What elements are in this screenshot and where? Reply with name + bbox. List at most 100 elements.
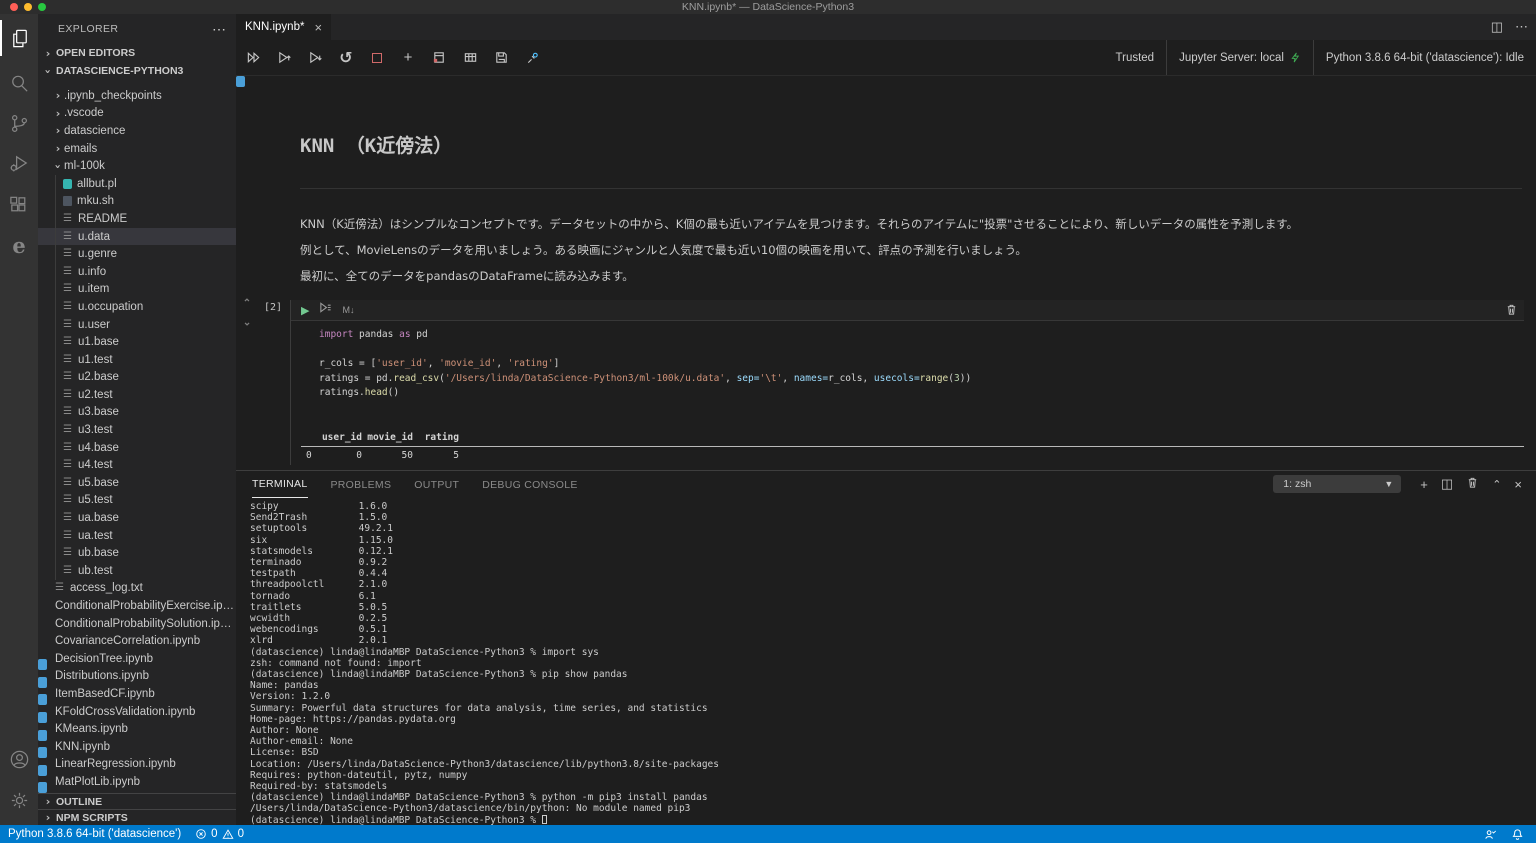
- workspace-root-section[interactable]: › DATASCIENCE-PYTHON3: [38, 62, 236, 80]
- tab-knn-ipynb[interactable]: KNN.ipynb* ×: [236, 14, 331, 40]
- file-item-ConditionalProbabilitySolution.ipynb[interactable]: ConditionalProbabilitySolution.ipynb: [38, 615, 236, 633]
- save-icon[interactable]: [492, 49, 510, 67]
- settings-button[interactable]: [0, 782, 38, 818]
- file-item-u.occupation[interactable]: ☰u.occupation: [38, 298, 236, 316]
- panel-tab-output[interactable]: OUTPUT: [414, 471, 459, 498]
- file-item-DecisionTree.ipynb[interactable]: DecisionTree.ipynb: [38, 650, 236, 668]
- search-activity-button[interactable]: [0, 65, 38, 101]
- indent-guide: [55, 439, 56, 457]
- file-item-u4.test[interactable]: ☰u4.test: [38, 456, 236, 474]
- run-all-cells-icon[interactable]: [244, 49, 262, 67]
- explorer-activity-button[interactable]: [0, 20, 38, 56]
- run-cells-below-icon[interactable]: [306, 49, 324, 67]
- terminal-output[interactable]: scipy 1.6.0 Send2Trash 1.5.0 setuptools …: [250, 501, 1532, 825]
- npm-scripts-section[interactable]: › NPM SCRIPTS: [38, 809, 236, 825]
- file-item-u3.test[interactable]: ☰u3.test: [38, 421, 236, 439]
- file-item-u.item[interactable]: ☰u.item: [38, 281, 236, 299]
- open-editors-section[interactable]: › OPEN EDITORS: [38, 44, 236, 62]
- file-item-ua.base[interactable]: ☰ua.base: [38, 509, 236, 527]
- accounts-button[interactable]: [0, 741, 38, 777]
- file-item-mku.sh[interactable]: mku.sh: [38, 193, 236, 211]
- python-interpreter-status[interactable]: Python 3.8.6 64-bit ('datascience'): [8, 828, 181, 840]
- run-cell-and-below-icon[interactable]: [319, 301, 332, 319]
- file-item-u.user[interactable]: ☰u.user: [38, 316, 236, 334]
- file-item-ua.test[interactable]: ☰ua.test: [38, 527, 236, 545]
- split-editor-icon[interactable]: ◫: [1491, 19, 1503, 35]
- file-item-u5.base[interactable]: ☰u5.base: [38, 474, 236, 492]
- file-item-KFoldCrossValidation.ipynb[interactable]: KFoldCrossValidation.ipynb: [38, 703, 236, 721]
- file-item-LinearRegression.ipynb[interactable]: LinearRegression.ipynb: [38, 756, 236, 774]
- interrupt-kernel-icon[interactable]: [368, 49, 386, 67]
- connect-server-icon[interactable]: [523, 49, 541, 67]
- panel-tab-terminal[interactable]: TERMINAL: [252, 471, 308, 498]
- trusted-indicator[interactable]: Trusted: [1104, 40, 1167, 75]
- close-window-button[interactable]: [10, 3, 18, 11]
- jupyter-server-indicator[interactable]: Jupyter Server: local: [1166, 40, 1313, 75]
- run-debug-activity-button[interactable]: [0, 145, 38, 181]
- explorer-more-actions-icon[interactable]: ⋯: [212, 21, 226, 38]
- file-item-CovarianceCorrelation.ipynb[interactable]: CovarianceCorrelation.ipynb: [38, 632, 236, 650]
- file-item-MatPlotLib.ipynb[interactable]: MatPlotLib.ipynb: [38, 773, 236, 791]
- file-item-access_log.txt[interactable]: ☰access_log.txt: [38, 580, 236, 598]
- file-item-Distributions.ipynb[interactable]: Distributions.ipynb: [38, 668, 236, 686]
- problems-status[interactable]: 0 0: [195, 828, 244, 840]
- file-item-u2.test[interactable]: ☰u2.test: [38, 386, 236, 404]
- export-notebook-icon[interactable]: [430, 49, 448, 67]
- code-cell[interactable]: ▶ M↓ import pandas as pdr_cols = ['user_…: [290, 300, 1524, 465]
- variable-explorer-icon[interactable]: [461, 49, 479, 67]
- terminal-shell-selector[interactable]: 1: zsh ▼: [1273, 475, 1401, 493]
- close-panel-icon[interactable]: ×: [1514, 477, 1522, 492]
- file-item-u.data[interactable]: ☰u.data: [38, 228, 236, 246]
- close-tab-icon[interactable]: ×: [314, 20, 322, 35]
- folder-item-emails[interactable]: ›emails: [38, 140, 236, 158]
- file-item-u2.base[interactable]: ☰u2.base: [38, 369, 236, 387]
- insert-cell-icon[interactable]: +: [399, 49, 417, 67]
- restart-kernel-icon[interactable]: ↺: [337, 49, 355, 67]
- kill-terminal-icon[interactable]: [1466, 476, 1479, 492]
- panel-tab-debug-console[interactable]: DEBUG CONSOLE: [482, 471, 578, 498]
- feedback-icon[interactable]: [1484, 828, 1497, 841]
- convert-to-markdown-icon[interactable]: M↓: [342, 305, 354, 315]
- file-item-KNN.ipynb[interactable]: KNN.ipynb: [38, 738, 236, 756]
- split-terminal-icon[interactable]: ◫: [1441, 476, 1453, 492]
- markdown-paragraph: 最初に、全てのデータをpandasのDataFrameに読み込みます。: [300, 268, 1516, 284]
- minimize-window-button[interactable]: [24, 3, 32, 11]
- file-item-u.genre[interactable]: ☰u.genre: [38, 245, 236, 263]
- collapse-cell-icon[interactable]: ⌃: [239, 298, 255, 312]
- run-cells-above-icon[interactable]: [275, 49, 293, 67]
- cell-code-editor[interactable]: import pandas as pdr_cols = ['user_id', …: [291, 320, 1524, 419]
- file-item-u.info[interactable]: ☰u.info: [38, 263, 236, 281]
- panel-tab-problems[interactable]: PROBLEMS: [331, 471, 392, 498]
- folder-item-datascience[interactable]: ›datascience: [38, 122, 236, 140]
- file-item-ConditionalProbabilityExercise.ipynb[interactable]: ConditionalProbabilityExercise.ipynb: [38, 597, 236, 615]
- file-label: u.data: [78, 231, 110, 243]
- folder-item-ml-100k[interactable]: ›ml-100k: [38, 157, 236, 175]
- file-label: .ipynb_checkpoints: [64, 90, 162, 102]
- file-item-u5.test[interactable]: ☰u5.test: [38, 492, 236, 510]
- kernel-indicator[interactable]: Python 3.8.6 64-bit ('datascience'): Idl…: [1313, 40, 1536, 75]
- file-item-ub.test[interactable]: ☰ub.test: [38, 562, 236, 580]
- zoom-window-button[interactable]: [38, 3, 46, 11]
- bell-icon[interactable]: [1511, 828, 1524, 841]
- source-control-activity-button[interactable]: [0, 105, 38, 141]
- file-item-allbut.pl[interactable]: allbut.pl: [38, 175, 236, 193]
- expand-cell-icon[interactable]: ⌃: [239, 312, 255, 326]
- e-extension-activity-button[interactable]: e: [0, 227, 38, 263]
- maximize-panel-icon[interactable]: ⌃: [1492, 478, 1501, 491]
- file-item-u3.base[interactable]: ☰u3.base: [38, 404, 236, 422]
- run-cell-icon[interactable]: ▶: [301, 304, 309, 317]
- outline-section[interactable]: › OUTLINE: [38, 793, 236, 809]
- file-item-ItemBasedCF.ipynb[interactable]: ItemBasedCF.ipynb: [38, 685, 236, 703]
- file-item-u1.test[interactable]: ☰u1.test: [38, 351, 236, 369]
- delete-cell-icon[interactable]: [1505, 303, 1518, 321]
- folder-item-.ipynb_checkpoints[interactable]: ›.ipynb_checkpoints: [38, 87, 236, 105]
- file-item-README[interactable]: ☰README: [38, 210, 236, 228]
- file-item-KMeans.ipynb[interactable]: KMeans.ipynb: [38, 720, 236, 738]
- new-terminal-icon[interactable]: +: [1420, 477, 1428, 492]
- folder-item-.vscode[interactable]: ›.vscode: [38, 105, 236, 123]
- file-item-u4.base[interactable]: ☰u4.base: [38, 439, 236, 457]
- file-item-u1.base[interactable]: ☰u1.base: [38, 333, 236, 351]
- extensions-activity-button[interactable]: [0, 187, 38, 223]
- editor-more-actions-icon[interactable]: ⋯: [1515, 19, 1528, 35]
- file-item-ub.base[interactable]: ☰ub.base: [38, 544, 236, 562]
